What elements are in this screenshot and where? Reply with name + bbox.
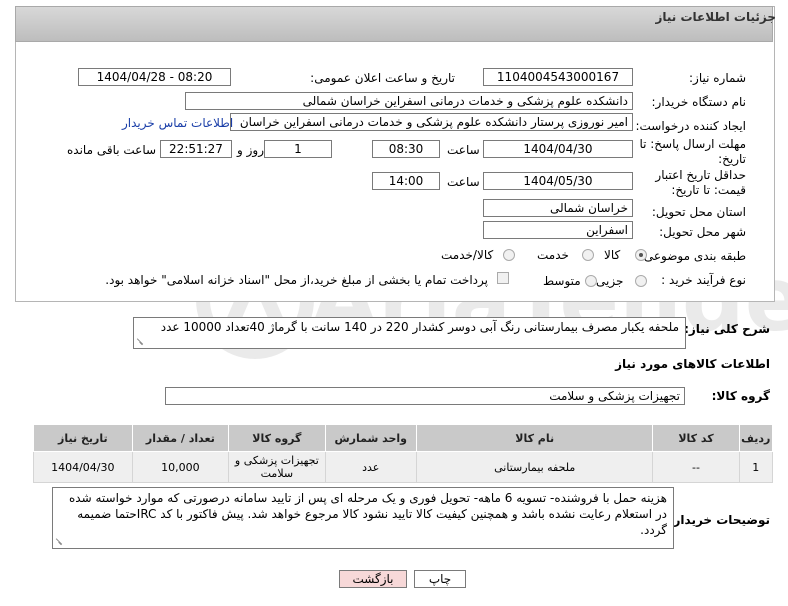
items-table: ردیف کد کالا نام کالا واحد شمارش گروه کا…	[33, 424, 774, 483]
validity-date-field[interactable]: 1404/05/30	[483, 172, 633, 190]
summary-label: شرح کلی نیاز:	[684, 322, 770, 336]
category-label: طبقه بندی موضوعی:	[639, 249, 746, 263]
category-option-goods-service: کالا/خدمت	[441, 248, 494, 262]
announce-label: تاریخ و ساعت اعلان عمومی:	[310, 71, 455, 85]
goods-section-title: اطلاعات کالاهای مورد نیاز	[615, 357, 770, 371]
treasury-payment-note: پرداخت تمام یا بخشی از مبلغ خرید،از محل …	[105, 273, 488, 287]
creator-label: ایجاد کننده درخواست:	[635, 119, 746, 133]
process-radio-minor[interactable]	[635, 275, 647, 287]
process-option-medium: متوسط	[543, 274, 581, 288]
cell-row-number: 1	[738, 451, 774, 483]
validity-time-field[interactable]: 14:00	[372, 172, 440, 190]
buyer-org-field[interactable]: دانشکده علوم پزشکی و خدمات درمانی اسفرای…	[185, 92, 633, 110]
cell-unit: عدد	[324, 451, 417, 483]
announce-field[interactable]: 1404/04/28 - 08:20	[78, 68, 231, 86]
process-option-minor: جزیی	[596, 274, 624, 288]
summary-text: ملحفه یکبار مصرف بیمارستانی رنگ آبی دوسر…	[160, 320, 679, 334]
days-and-label: روز و	[237, 143, 264, 157]
validity-time-label: ساعت	[447, 175, 480, 189]
col-goods-group: گروه کالا	[228, 424, 326, 452]
buyer-notes-label: توضیحات خریدار:	[668, 513, 770, 527]
resize-grip-icon[interactable]	[55, 536, 65, 546]
table-row[interactable]: 1 -- ملحفه بیمارستانی عدد تجهیزات پزشکی …	[33, 451, 774, 483]
cell-goods-code: --	[652, 451, 740, 483]
deadline-label: مهلت ارسال پاسخ: تا تاریخ:	[639, 137, 746, 166]
remaining-time-field[interactable]: 22:51:27	[160, 140, 232, 158]
category-radio-goods[interactable]	[635, 249, 647, 261]
process-radio-medium[interactable]	[585, 275, 597, 287]
col-goods-name: نام کالا	[415, 424, 654, 452]
deadline-time-label: ساعت	[447, 143, 480, 157]
col-row-number: ردیف	[738, 424, 774, 452]
deadline-date-field[interactable]: 1404/04/30	[483, 140, 633, 158]
buyer-notes-textarea[interactable]: هزینه حمل با فروشنده- تسویه 6 ماهه- تحوی…	[52, 487, 674, 549]
back-button[interactable]: بازگشت	[339, 570, 407, 588]
buyer-notes-text: هزینه حمل با فروشنده- تسویه 6 ماهه- تحوی…	[69, 491, 667, 537]
col-quantity: تعداد / مقدار	[131, 424, 230, 452]
remaining-time-label: ساعت باقی مانده	[67, 143, 157, 157]
resize-grip-icon[interactable]	[136, 336, 146, 346]
category-radio-service[interactable]	[582, 249, 594, 261]
validity-label: حداقل تاریخ اعتبار قیمت: تا تاریخ:	[655, 168, 746, 197]
province-label: استان محل تحویل:	[651, 205, 746, 219]
print-button[interactable]: چاپ	[414, 570, 466, 588]
province-field[interactable]: خراسان شمالی	[483, 199, 633, 217]
contact-info-link[interactable]: اطلاعات تماس خریدار	[122, 116, 233, 130]
col-unit: واحد شمارش	[324, 424, 417, 452]
col-need-date: تاریخ نیاز	[33, 424, 133, 452]
goods-group-field[interactable]: تجهیزات پزشکی و سلامت	[165, 387, 685, 405]
city-field[interactable]: اسفراین	[483, 221, 633, 239]
deadline-time-field[interactable]: 08:30	[372, 140, 440, 158]
panel-title: جزئیات اطلاعات نیاز	[655, 10, 776, 24]
category-option-goods: کالا	[604, 248, 621, 262]
days-remaining-field[interactable]: 1	[264, 140, 332, 158]
goods-group-label: گروه کالا:	[711, 389, 770, 403]
cell-quantity: 10,000	[131, 451, 230, 483]
need-number-field[interactable]: 1104004543000167	[483, 68, 633, 86]
buyer-org-label: نام دستگاه خریدار:	[651, 95, 747, 109]
summary-textarea[interactable]: ملحفه یکبار مصرف بیمارستانی رنگ آبی دوسر…	[133, 317, 686, 349]
category-option-service: خدمت	[537, 248, 569, 262]
category-radio-goods-service[interactable]	[503, 249, 515, 261]
cell-need-date: 1404/04/30	[33, 451, 133, 483]
cell-goods-name: ملحفه بیمارستانی	[415, 451, 654, 483]
creator-field[interactable]: امیر نوروزی پرستار دانشکده علوم پزشکی و …	[230, 113, 633, 131]
cell-goods-group: تجهیزات پزشکی و سلامت	[228, 451, 326, 483]
process-label: نوع فرآیند خرید :	[661, 273, 746, 287]
table-header-row: ردیف کد کالا نام کالا واحد شمارش گروه کا…	[33, 424, 774, 452]
city-label: شهر محل تحویل:	[659, 225, 746, 239]
need-number-label: شماره نیاز:	[689, 71, 746, 85]
treasury-payment-checkbox[interactable]	[497, 272, 509, 284]
col-goods-code: کد کالا	[652, 424, 740, 452]
